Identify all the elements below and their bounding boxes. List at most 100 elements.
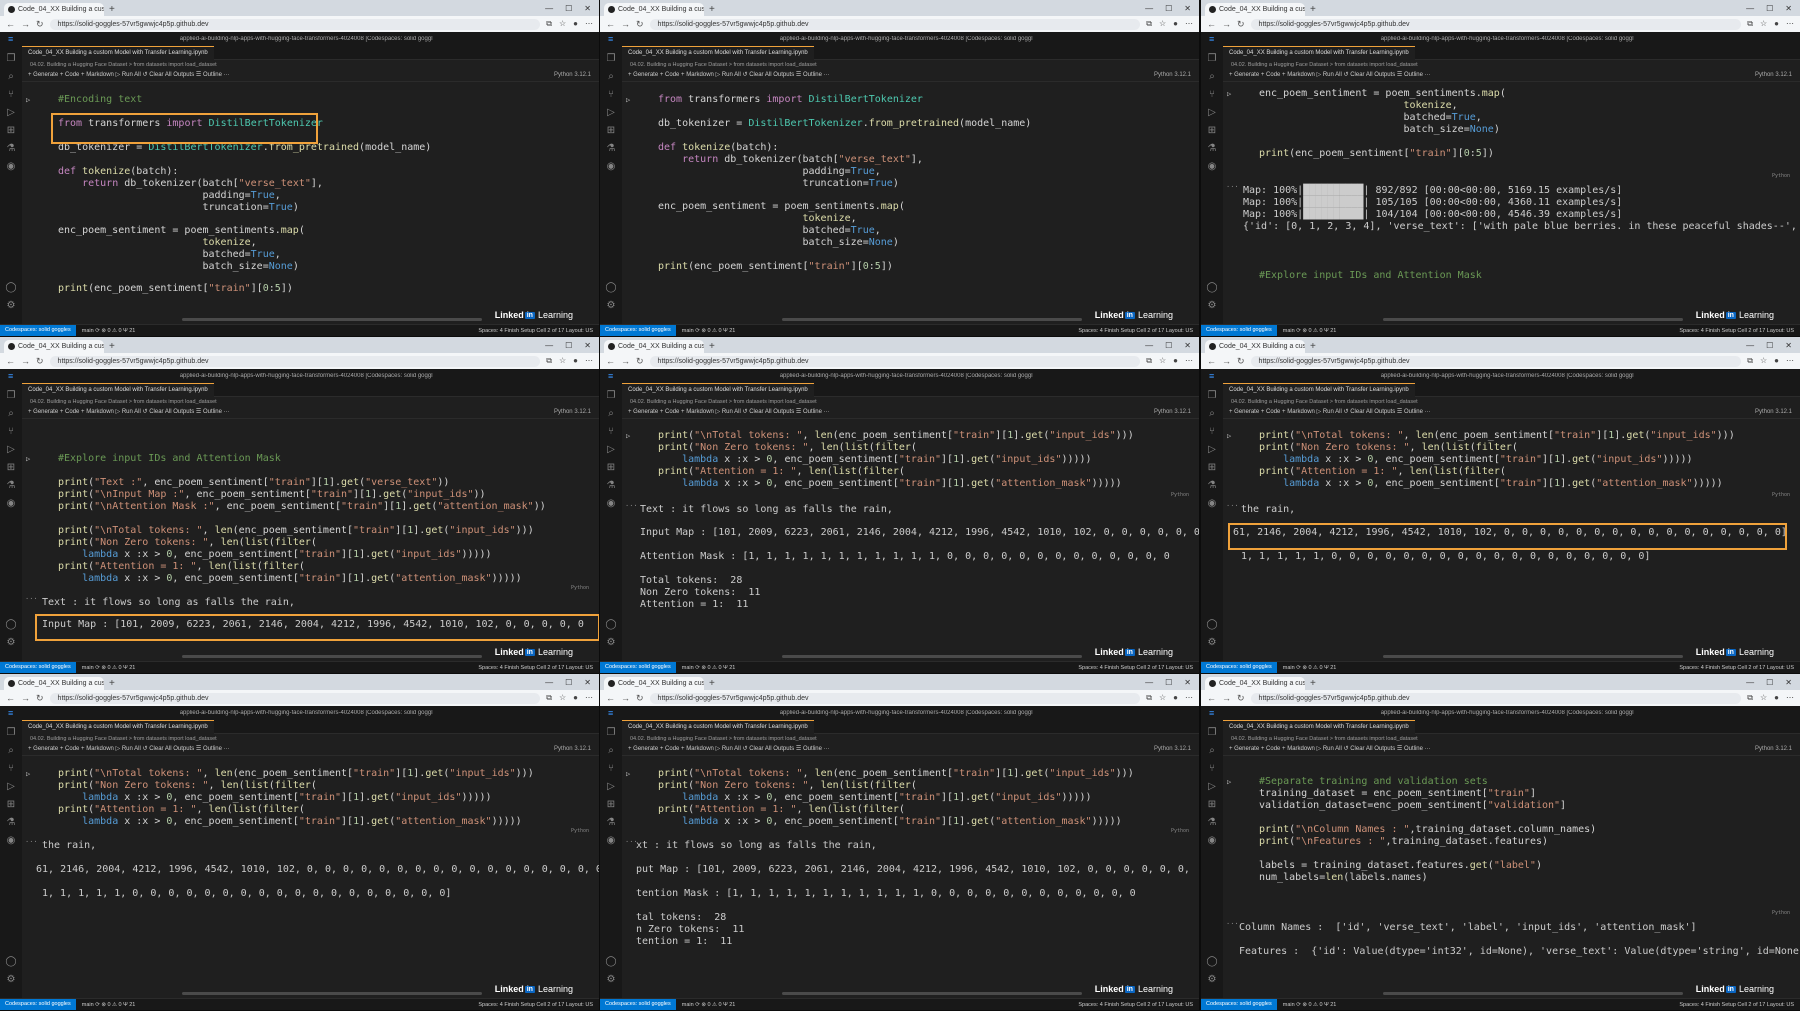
gear-icon[interactable]: ⚙ [600, 300, 622, 311]
notebook-cells[interactable]: print("\nTotal tokens: ", len(enc_poem_s… [622, 419, 1199, 662]
code-line[interactable]: tokenize, [1259, 100, 1458, 112]
horizontal-scrollbar[interactable] [1383, 318, 1683, 321]
status-right[interactable]: Spaces: 4 Finish Setup Cell 2 of 17 Layo… [478, 328, 599, 334]
horizontal-scrollbar[interactable] [182, 318, 482, 321]
new-tab-button[interactable]: + [106, 677, 118, 690]
code-line[interactable]: print("\nTotal tokens: ", len(enc_poem_s… [1259, 430, 1735, 442]
vscode-menu-icon[interactable]: ≡ [0, 708, 13, 718]
new-tab-button[interactable]: + [1307, 340, 1319, 353]
status-left[interactable]: main ⟳ ⊗ 0 ⚠ 0 Ψ 21 [82, 1002, 136, 1008]
code-line[interactable]: #Encoding text [58, 94, 142, 106]
breadcrumb[interactable]: 04.02. Building a Hugging Face Dataset >… [22, 397, 599, 407]
output-collapse-icon[interactable]: ··· [1226, 183, 1239, 191]
account-icon[interactable]: ◯ [600, 956, 622, 967]
code-line[interactable]: print("\nFeatures : ",training_dataset.f… [1259, 836, 1548, 848]
breadcrumb[interactable]: 04.02. Building a Hugging Face Dataset >… [622, 734, 1199, 744]
back-icon[interactable]: ← [6, 19, 15, 29]
breadcrumb[interactable]: 04.02. Building a Hugging Face Dataset >… [1223, 60, 1800, 70]
notebook-toolbar-actions[interactable]: + Generate + Code + Markdown ▷ Run All ↺… [628, 72, 830, 78]
back-icon[interactable]: ← [606, 693, 615, 703]
maximize-icon[interactable]: ☐ [1165, 341, 1172, 350]
new-tab-button[interactable]: + [1307, 677, 1319, 690]
run-cell-icon[interactable]: ▷ [626, 770, 630, 778]
code-line[interactable]: print("\nInput Map :", enc_poem_sentimen… [58, 489, 486, 501]
maximize-icon[interactable]: ☐ [565, 678, 572, 687]
notebook-toolbar-actions[interactable]: + Generate + Code + Markdown ▷ Run All ↺… [628, 409, 830, 415]
extensions-icon[interactable]: ⧉ [546, 356, 552, 366]
source-control-icon[interactable]: ⑂ [1201, 763, 1223, 774]
menu-icon[interactable]: ⋯ [1185, 693, 1193, 703]
notebook-toolbar-actions[interactable]: + Generate + Code + Markdown ▷ Run All ↺… [628, 746, 830, 752]
explorer-icon[interactable]: ❐ [0, 390, 22, 401]
back-icon[interactable]: ← [1207, 356, 1216, 366]
extensions-icon[interactable]: ⧉ [1146, 19, 1152, 29]
horizontal-scrollbar[interactable] [782, 655, 1082, 658]
code-line[interactable]: enc_poem_sentiment = poem_sentiments.map… [58, 225, 305, 237]
code-line[interactable]: truncation=True) [58, 202, 298, 214]
source-control-icon[interactable]: ⑂ [600, 89, 622, 100]
source-control-icon[interactable]: ⑂ [0, 763, 22, 774]
maximize-icon[interactable]: ☐ [565, 4, 572, 13]
minimize-icon[interactable]: — [545, 341, 553, 350]
code-line[interactable]: lambda x :x > 0, enc_poem_sentiment["tra… [58, 816, 522, 828]
code-line[interactable]: batched=True, [658, 225, 880, 237]
search-icon[interactable]: ⌕ [0, 71, 22, 82]
minimize-icon[interactable]: — [545, 4, 553, 13]
gear-icon[interactable]: ⚙ [0, 974, 22, 985]
status-right[interactable]: Spaces: 4 Finish Setup Cell 2 of 17 Layo… [1078, 328, 1199, 334]
browser-tab[interactable]: Code_04_XX Building a custom M ✕ [4, 677, 104, 690]
code-line[interactable]: print("\nTotal tokens: ", len(enc_poem_s… [658, 430, 1134, 442]
notebook-toolbar-actions[interactable]: + Generate + Code + Markdown ▷ Run All ↺… [1229, 72, 1431, 78]
code-line[interactable]: lambda x :x > 0, enc_poem_sentiment["tra… [1259, 454, 1692, 466]
code-line[interactable]: lambda x :x > 0, enc_poem_sentiment["tra… [58, 792, 491, 804]
menu-icon[interactable]: ⋯ [1786, 356, 1794, 366]
gear-icon[interactable]: ⚙ [0, 637, 22, 648]
cell-language-label[interactable]: Python [1171, 492, 1189, 498]
code-line[interactable]: lambda x :x > 0, enc_poem_sentiment["tra… [1259, 478, 1723, 490]
search-icon[interactable]: ⌕ [1201, 745, 1223, 756]
account-icon[interactable]: ◯ [0, 956, 22, 967]
code-line[interactable]: print("\nTotal tokens: ", len(enc_poem_s… [658, 768, 1134, 780]
horizontal-scrollbar[interactable] [182, 655, 482, 658]
gear-icon[interactable]: ⚙ [1201, 300, 1223, 311]
extensions-icon[interactable]: ⊞ [1201, 462, 1223, 473]
account-icon[interactable]: ◯ [1201, 282, 1223, 293]
vscode-menu-icon[interactable]: ≡ [1201, 708, 1214, 718]
menu-icon[interactable]: ⋯ [1786, 19, 1794, 29]
notebook-cells[interactable]: print("\nTotal tokens: ", len(enc_poem_s… [22, 756, 599, 999]
bookmark-icon[interactable]: ☆ [1760, 693, 1767, 703]
run-debug-icon[interactable]: ▷ [1201, 444, 1223, 455]
notebook-cells[interactable]: #Separate training and validation sets tr… [1223, 756, 1800, 999]
remote-indicator[interactable]: Codespaces: solid goggles [0, 999, 76, 1010]
github-icon[interactable]: ◉ [600, 498, 622, 509]
remote-indicator[interactable]: Codespaces: solid goggles [1201, 999, 1277, 1010]
status-left[interactable]: main ⟳ ⊗ 0 ⚠ 0 Ψ 21 [1283, 328, 1337, 334]
run-cell-icon[interactable]: ▷ [1227, 90, 1231, 98]
status-left[interactable]: main ⟳ ⊗ 0 ⚠ 0 Ψ 21 [1283, 1002, 1337, 1008]
cell-language-label[interactable]: Python [1772, 173, 1790, 179]
output-collapse-icon[interactable]: ··· [625, 502, 638, 510]
testing-icon[interactable]: ⚗ [0, 143, 22, 154]
gear-icon[interactable]: ⚙ [1201, 637, 1223, 648]
reload-icon[interactable]: ↻ [1237, 356, 1245, 367]
url-field[interactable]: https://solid-goggles-57vr5gwwjc4p5p.git… [1250, 18, 1742, 30]
code-line[interactable]: lambda x :x > 0, enc_poem_sentiment["tra… [658, 454, 1091, 466]
horizontal-scrollbar[interactable] [1383, 992, 1683, 995]
profile-icon[interactable]: ● [573, 19, 578, 29]
reload-icon[interactable]: ↻ [36, 356, 44, 367]
status-left[interactable]: main ⟳ ⊗ 0 ⚠ 0 Ψ 21 [682, 328, 736, 334]
back-icon[interactable]: ← [606, 356, 615, 366]
new-tab-button[interactable]: + [706, 677, 718, 690]
menu-icon[interactable]: ⋯ [585, 693, 593, 703]
vscode-menu-icon[interactable]: ≡ [0, 371, 13, 381]
bookmark-icon[interactable]: ☆ [1159, 693, 1166, 703]
browser-tab[interactable]: Code_04_XX Building a custom M ✕ [4, 3, 104, 16]
code-line[interactable]: labels = training_dataset.features.get("… [1259, 860, 1542, 872]
kernel-picker[interactable]: Python 3.12.1 [554, 744, 599, 755]
breadcrumb[interactable]: 04.02. Building a Hugging Face Dataset >… [1223, 734, 1800, 744]
code-line[interactable]: print("Attention = 1: ", len(list(filter… [58, 804, 305, 816]
output-collapse-icon[interactable]: ··· [25, 838, 38, 846]
kernel-picker[interactable]: Python 3.12.1 [1154, 407, 1199, 418]
code-line[interactable]: def tokenize(batch): [58, 166, 178, 178]
output-collapse-icon[interactable]: ··· [625, 838, 638, 846]
